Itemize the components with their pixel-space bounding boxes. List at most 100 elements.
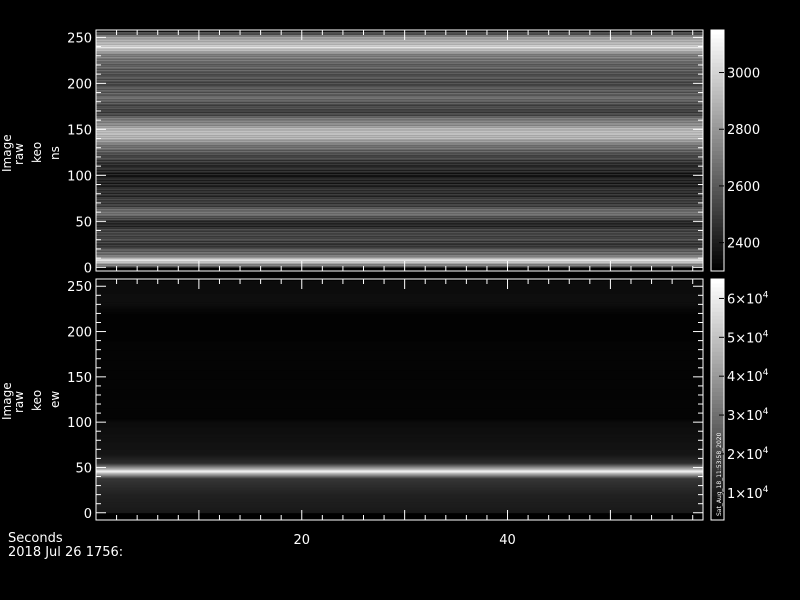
x-tick-label: 20 bbox=[293, 533, 310, 548]
colorbar-segment bbox=[711, 138, 724, 143]
colorbar-tick-label: 2400 bbox=[727, 237, 760, 252]
colorbar-segment bbox=[711, 391, 724, 396]
colorbar-segment bbox=[711, 246, 724, 252]
colorbar-segment bbox=[711, 351, 724, 356]
colorbar-segment bbox=[711, 170, 724, 176]
y-tick-label: 50 bbox=[75, 215, 92, 230]
y-tick-label: 200 bbox=[67, 77, 92, 92]
colorbar-segment bbox=[711, 383, 724, 388]
colorbar-segment bbox=[711, 114, 724, 119]
colorbar-segment bbox=[711, 242, 724, 248]
colorbar-segment bbox=[711, 54, 724, 59]
colorbar-segment bbox=[711, 371, 724, 376]
ns-panel-ylabel-ns: ns bbox=[48, 146, 62, 160]
colorbar-tick-label: 2600 bbox=[727, 180, 760, 195]
colorbar-segment bbox=[711, 94, 724, 99]
colorbar-segment bbox=[711, 323, 724, 328]
colorbar-segment bbox=[711, 110, 724, 115]
colorbar-segment bbox=[711, 419, 724, 425]
colorbar-segment bbox=[711, 291, 724, 296]
colorbar-segment bbox=[711, 299, 724, 304]
colorbar-segment bbox=[711, 407, 724, 413]
colorbar-segment bbox=[711, 146, 724, 151]
colorbar-segment bbox=[711, 182, 724, 188]
colorbar-segment bbox=[711, 343, 724, 348]
colorbar-segment bbox=[711, 234, 724, 240]
colorbar-segment bbox=[711, 206, 724, 212]
colorbar-segment bbox=[711, 347, 724, 352]
colorbar-segment bbox=[711, 359, 724, 364]
colorbar-segment bbox=[711, 82, 724, 87]
colorbar-segment bbox=[711, 98, 724, 103]
colorbar-segment bbox=[711, 279, 724, 284]
colorbar-segment bbox=[711, 355, 724, 360]
colorbar-segment bbox=[711, 399, 724, 405]
colorbar-segment bbox=[711, 403, 724, 409]
colorbar-segment bbox=[711, 222, 724, 228]
colorbar-segment bbox=[711, 38, 724, 43]
colorbar-segment bbox=[711, 307, 724, 312]
colorbar-segment bbox=[711, 311, 724, 316]
ns-panel-ylabel-keo: keo bbox=[30, 141, 44, 163]
colorbar-segment bbox=[711, 427, 724, 433]
colorbar-segment bbox=[711, 423, 724, 429]
ew-panel-ylabel-raw: raw bbox=[12, 390, 26, 413]
colorbar-segment bbox=[711, 178, 724, 184]
colorbar-segment bbox=[711, 315, 724, 320]
colorbar-segment bbox=[711, 226, 724, 232]
colorbar-segment bbox=[711, 198, 724, 204]
ew-panel-ylabel-ew: ew bbox=[48, 390, 62, 408]
intensity-row bbox=[96, 280, 703, 283]
colorbar-segment bbox=[711, 118, 724, 123]
y-tick-label: 0 bbox=[84, 507, 92, 522]
keogram-figure: 0 50 100 150 200 250 2400 2600 2800 3000 0 50 100 150… bbox=[67, 29, 769, 548]
colorbar-tick-label: 1×104 bbox=[727, 485, 769, 502]
y-tick-label: 100 bbox=[67, 416, 92, 431]
colorbar-segment bbox=[711, 50, 724, 55]
colorbar-segment bbox=[711, 66, 724, 71]
colorbar-segment bbox=[711, 254, 724, 260]
y-tick-label: 250 bbox=[67, 280, 92, 295]
date-line: 2018 Jul 26 1756: bbox=[8, 545, 124, 560]
intensity-row bbox=[96, 31, 703, 34]
colorbar-segment bbox=[711, 158, 724, 164]
colorbar-segment bbox=[711, 102, 724, 107]
colorbar-tick-label: 3×104 bbox=[727, 407, 769, 424]
colorbar-segment bbox=[711, 122, 724, 127]
colorbar-segment bbox=[711, 190, 724, 196]
colorbar-segment bbox=[711, 78, 724, 83]
colorbar-segment bbox=[711, 303, 724, 308]
colorbar-segment bbox=[711, 106, 724, 111]
colorbar-segment bbox=[711, 250, 724, 256]
colorbar-segment bbox=[711, 379, 724, 384]
x-axis-title: Seconds bbox=[8, 531, 63, 546]
colorbar-segment bbox=[711, 126, 724, 131]
colorbar-segment bbox=[711, 134, 724, 139]
colorbar-tick-label: 6×104 bbox=[727, 290, 769, 307]
colorbar-segment bbox=[711, 415, 724, 421]
y-tick-label: 150 bbox=[67, 123, 92, 138]
y-tick-label: 200 bbox=[67, 326, 92, 341]
colorbar-segment bbox=[711, 74, 724, 79]
colorbar-segment bbox=[711, 331, 724, 336]
colorbar-segment bbox=[711, 34, 724, 39]
colorbar-segment bbox=[711, 30, 724, 35]
colorbar-segment bbox=[711, 62, 724, 67]
colorbar-tick-label: 5×104 bbox=[727, 329, 769, 346]
colorbar-segment bbox=[711, 86, 724, 91]
colorbar-tick-label: 2800 bbox=[727, 123, 760, 138]
colorbar-segment bbox=[711, 90, 724, 95]
colorbar-segment bbox=[711, 339, 724, 344]
colorbar-segment bbox=[711, 46, 724, 51]
colorbar-tick-label: 2×104 bbox=[727, 446, 769, 463]
colorbar-tick-label: 4×104 bbox=[727, 368, 769, 385]
ns-panel-ylabel-raw: raw bbox=[12, 142, 26, 165]
y-tick-label: 50 bbox=[75, 461, 92, 476]
x-tick-label: 40 bbox=[499, 533, 516, 548]
timestamp-annotation: Sat_Aug_18_11:53:58_2020 bbox=[716, 432, 723, 516]
colorbar-segment bbox=[711, 387, 724, 392]
colorbar-segment bbox=[711, 258, 724, 264]
colorbar-segment bbox=[711, 194, 724, 200]
ew-panel-ylabel-keo: keo bbox=[30, 389, 44, 411]
colorbar-segment bbox=[711, 42, 724, 47]
